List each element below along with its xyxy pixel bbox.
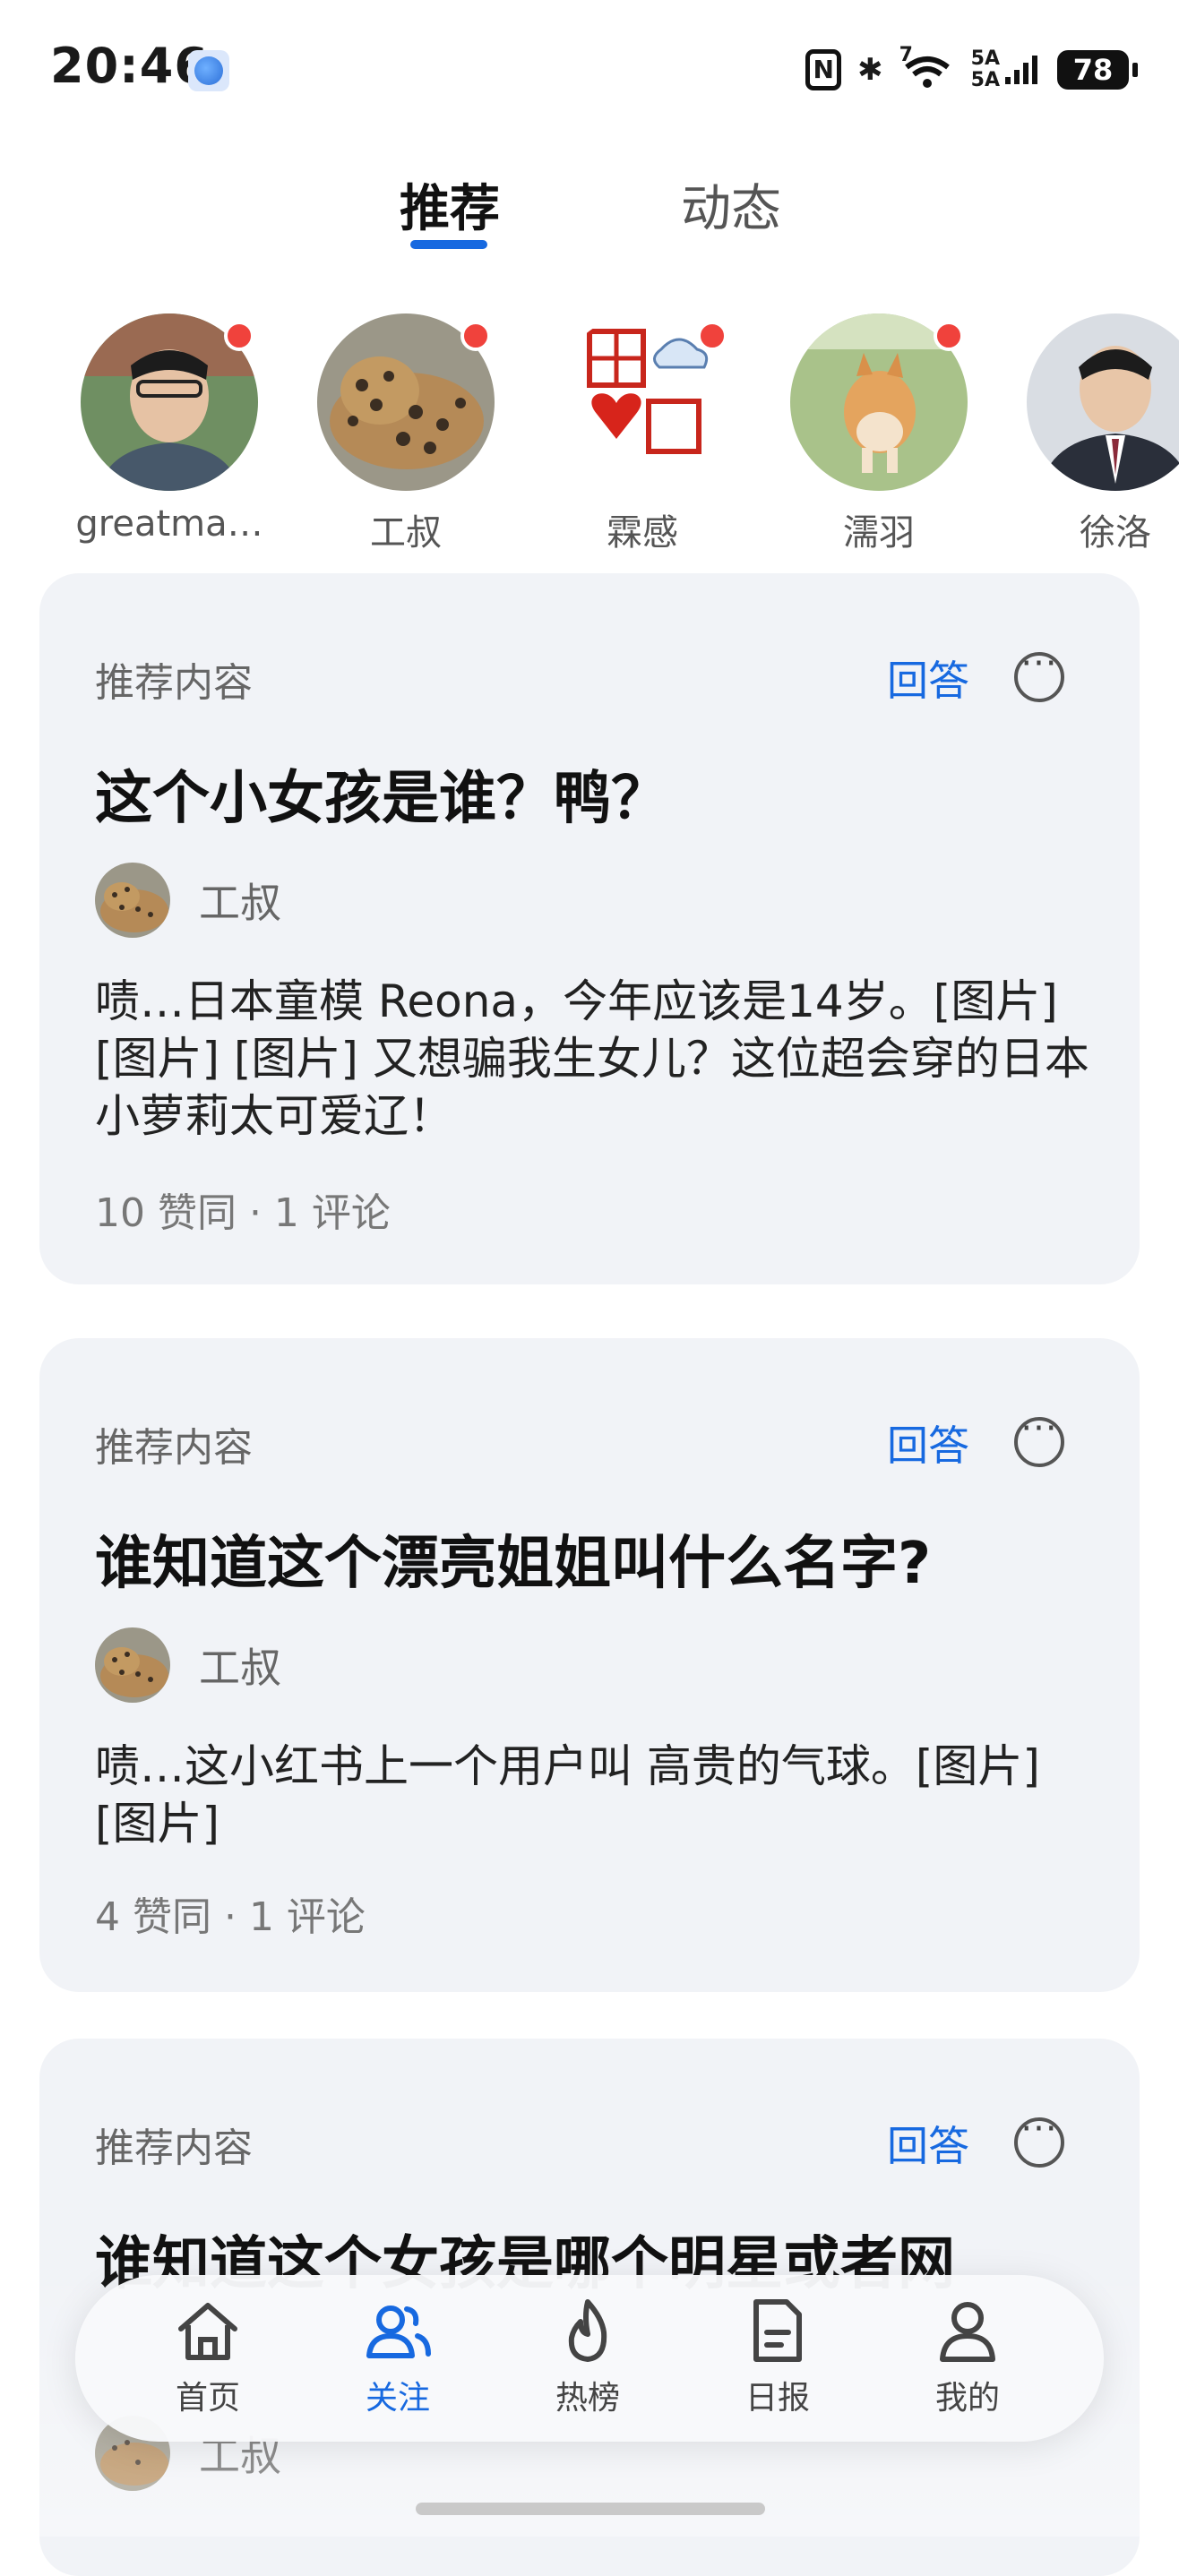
avatar-name: greatma…	[75, 503, 263, 545]
card-stats: 4 赞同 · 1 评论	[95, 1894, 366, 1940]
battery-icon: 78	[1057, 50, 1138, 90]
avatar-name: 濡羽	[843, 512, 915, 554]
author-name: 工叔	[199, 879, 281, 927]
following-avatar-row[interactable]: greatma… 工叔 霖感 濡羽 徐洛	[0, 313, 1179, 555]
update-badge	[934, 321, 964, 351]
following-item[interactable]: 徐洛	[1012, 313, 1179, 555]
status-bar: 20:46 N ✱ 7 5A 5A 78	[0, 0, 1179, 134]
card-stats: 10 赞同 · 1 评论	[95, 1190, 391, 1236]
card-title[interactable]: 谁知道这个漂亮姐姐叫什么名字?	[95, 1517, 931, 1600]
person-icon	[940, 2302, 995, 2362]
card-author[interactable]: 工叔	[95, 862, 281, 939]
following-item[interactable]: 工叔	[303, 313, 509, 555]
status-icons: N ✱ 7 5A 5A 78	[805, 43, 1138, 97]
more-options-icon[interactable]	[1014, 2108, 1064, 2168]
nav-home[interactable]: 首页	[136, 2295, 280, 2418]
card-tag: 推荐内容	[95, 2125, 253, 2171]
cellular-signal-icon: 5A 5A	[971, 48, 1041, 91]
app-notification-icon	[188, 50, 229, 91]
card-tag: 推荐内容	[95, 660, 253, 706]
tab-recommend[interactable]: 推荐	[400, 168, 500, 241]
following-item[interactable]: greatma…	[66, 313, 272, 545]
avatar[interactable]	[317, 313, 495, 491]
nav-label: 我的	[934, 2380, 1000, 2417]
tab-dynamic[interactable]: 动态	[681, 168, 781, 241]
avatar[interactable]	[554, 313, 731, 491]
answer-button[interactable]: 回答	[887, 648, 969, 708]
avatar-name: 徐洛	[1080, 512, 1151, 554]
following-item[interactable]: 濡羽	[776, 313, 982, 555]
update-badge	[697, 321, 727, 351]
answer-button[interactable]: 回答	[887, 1413, 969, 1473]
bottom-navigation: 首页 关注 热榜 日报 我的	[75, 2275, 1104, 2442]
flame-icon	[568, 2299, 607, 2362]
nav-label: 关注	[365, 2380, 430, 2417]
answer-button[interactable]: 回答	[887, 2114, 969, 2173]
nav-profile[interactable]: 我的	[896, 2295, 1039, 2418]
home-indicator[interactable]	[416, 2503, 765, 2515]
people-icon	[366, 2306, 431, 2358]
nav-label: 首页	[175, 2380, 240, 2417]
wifi-icon: 7	[899, 44, 955, 90]
avatar-name: 霖感	[607, 512, 678, 554]
card-author[interactable]: 工叔	[95, 1627, 281, 1704]
card-excerpt[interactable]: 啧…日本童模 Reona，今年应该是14岁。[图片] [图片] [图片] 又想骗…	[95, 973, 1089, 1145]
nfc-icon: N	[805, 49, 842, 90]
status-time: 20:46	[50, 38, 209, 94]
bluetooth-icon: ✱	[857, 52, 883, 88]
home-icon	[178, 2303, 237, 2360]
nav-label: 热榜	[555, 2380, 620, 2417]
more-options-icon[interactable]	[1014, 643, 1064, 702]
nav-hot-list[interactable]: 热榜	[516, 2295, 659, 2418]
author-avatar[interactable]	[95, 1627, 170, 1703]
nav-following[interactable]: 关注	[326, 2295, 469, 2418]
feed-card[interactable]: 推荐内容 回答 谁知道这个漂亮姐姐叫什么名字? 工叔 啧…这小红书上一个用户叫 …	[39, 1338, 1140, 1992]
nav-daily[interactable]: 日报	[706, 2295, 849, 2418]
feed-card[interactable]: 推荐内容 回答 这个小女孩是谁？鸭？ 工叔 啧…日本童模 Reona，今年应该是…	[39, 573, 1140, 1284]
more-options-icon[interactable]	[1014, 1408, 1064, 1467]
following-item[interactable]: 霖感	[539, 313, 745, 555]
card-tag: 推荐内容	[95, 1425, 253, 1471]
card-excerpt[interactable]: 啧…这小红书上一个用户叫 高贵的气球。[图片] [图片]	[95, 1738, 1089, 1852]
document-icon	[753, 2299, 802, 2362]
author-avatar[interactable]	[95, 863, 170, 938]
avatar[interactable]	[790, 313, 968, 491]
top-tabs: 推荐 动态	[0, 161, 1179, 260]
update-badge	[224, 321, 254, 351]
nav-label: 日报	[744, 2380, 810, 2417]
active-tab-indicator	[410, 240, 487, 249]
avatar[interactable]	[81, 313, 258, 491]
card-title[interactable]: 这个小女孩是谁？鸭？	[95, 752, 668, 835]
update-badge	[460, 321, 491, 351]
author-name: 工叔	[199, 1644, 281, 1692]
avatar-name: 工叔	[370, 512, 442, 554]
avatar[interactable]	[1027, 313, 1179, 491]
